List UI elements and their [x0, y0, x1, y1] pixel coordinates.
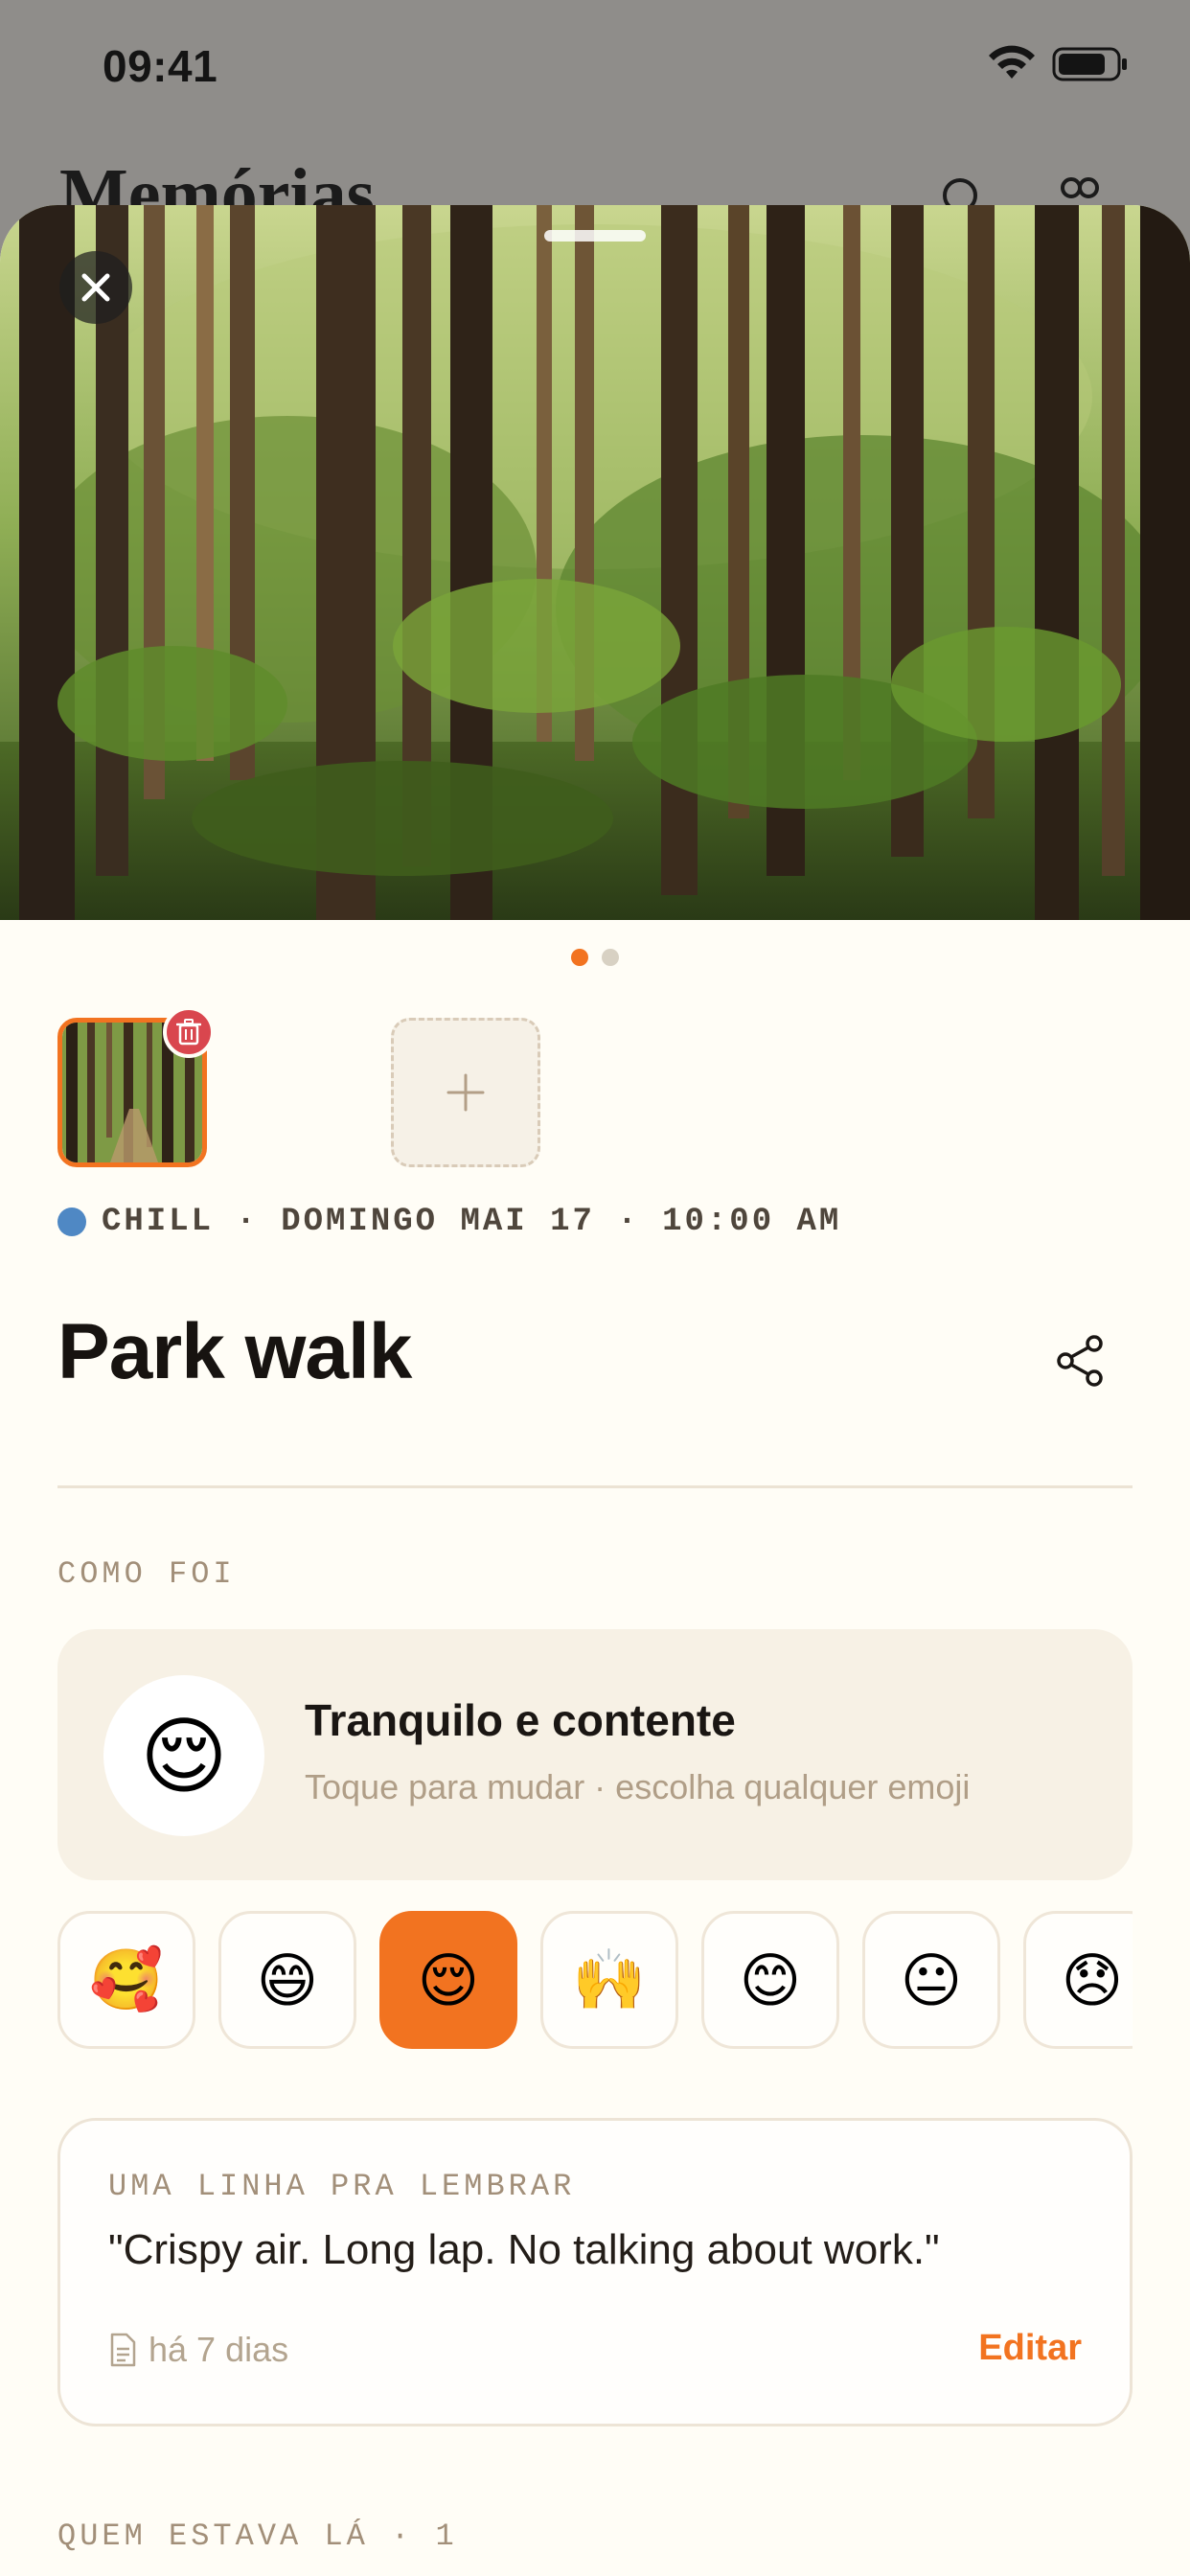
divider [57, 1485, 1133, 1488]
memory-title: Park walk [57, 1308, 412, 1395]
emoji-option[interactable]: 😄 [218, 1911, 356, 2049]
people-section-label: QUEM ESTAVA LÁ · 1 [57, 2518, 458, 2554]
mood-card[interactable]: 😌 Tranquilo e contente Toque para mudar … [57, 1629, 1133, 1880]
mood-emoji: 😌 [103, 1675, 264, 1836]
emoji-option[interactable]: 🥰 [57, 1911, 195, 2049]
memory-meta-line: CHILL · DOMINGO MAI 17 · 10:00 AM [57, 1204, 841, 1240]
mood-section-label: COMO FOI [57, 1556, 236, 1592]
add-photo-button[interactable] [391, 1018, 540, 1167]
note-card: UMA LINHA PRA LEMBRAR "Crispy air. Long … [57, 2118, 1133, 2426]
emoji-option[interactable]: 😞 [1023, 1911, 1133, 2049]
close-button[interactable] [59, 251, 132, 324]
share-icon[interactable] [1052, 1332, 1110, 1390]
emoji-option[interactable]: 😊 [701, 1911, 839, 2049]
document-icon [110, 2333, 136, 2367]
close-icon [81, 273, 110, 302]
emoji-picker-row[interactable]: 🥰 😄 😌 🙌 😊 😐 😞 [57, 1911, 1133, 2051]
note-text: "Crispy air. Long lap. No talking about … [108, 2226, 940, 2273]
emoji-option[interactable]: 🙌 [540, 1911, 678, 2049]
forest-photo [0, 205, 1190, 920]
wifi-icon [989, 45, 1035, 79]
edit-note-button[interactable]: Editar [978, 2328, 1082, 2369]
memory-date-line: CHILL · DOMINGO MAI 17 · 10:00 AM [102, 1204, 842, 1240]
note-meta: há 7 dias [108, 2330, 288, 2370]
battery-icon [1052, 47, 1127, 81]
hero-photo[interactable] [0, 205, 1190, 920]
note-label: UMA LINHA PRA LEMBRAR [108, 2169, 576, 2204]
page-dot[interactable] [602, 949, 619, 966]
mood-title: Tranquilo e contente [305, 1695, 736, 1745]
sheet-grabber[interactable] [544, 230, 646, 242]
status-time: 09:41 [103, 41, 218, 91]
note-time: há 7 dias [149, 2330, 289, 2369]
mood-subtitle: Toque para mudar · escolha qualquer emoj… [305, 1767, 971, 1806]
status-bar: 09:41 [0, 0, 1190, 125]
category-dot [57, 1208, 86, 1236]
page-dot-active[interactable] [571, 949, 588, 966]
photo-page-indicator [0, 949, 1190, 966]
plus-icon [446, 1073, 485, 1112]
trash-icon [176, 1019, 201, 1046]
memory-detail-sheet: CHILL · DOMINGO MAI 17 · 10:00 AM Park w… [0, 205, 1190, 2576]
emoji-option[interactable]: 😐 [862, 1911, 1000, 2049]
emoji-option-selected[interactable]: 😌 [379, 1911, 517, 2049]
delete-photo-button[interactable] [163, 1006, 215, 1058]
